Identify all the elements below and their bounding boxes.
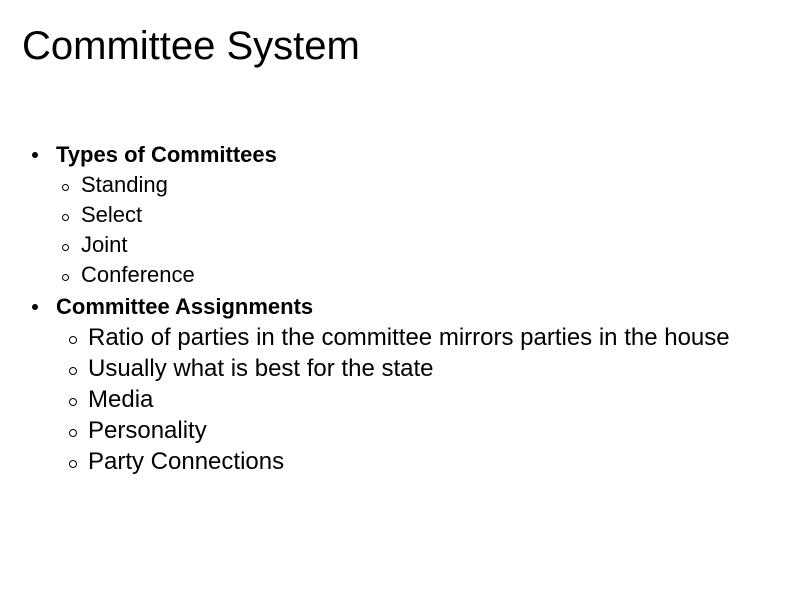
page-title: Committee System <box>22 24 360 68</box>
bullet-group-types-of-committees: Types of Committees Standing Select Join… <box>0 140 800 290</box>
list-item-label: Party Connections <box>88 448 285 475</box>
list-item-label: Ratio of parties in the committee mirror… <box>88 324 730 351</box>
list-item: Select <box>0 200 800 230</box>
circle-bullet-icon <box>69 460 77 468</box>
list-item-label: Usually what is best for the state <box>88 355 434 382</box>
circle-bullet-icon <box>69 398 77 406</box>
circle-bullet-icon <box>62 184 69 191</box>
circle-bullet-icon <box>69 367 77 375</box>
list-item: Party Connections <box>0 446 800 477</box>
list-item-label: Media <box>88 386 154 413</box>
list-item: Ratio of parties in the committee mirror… <box>0 322 800 353</box>
list-item-label: Standing <box>81 172 168 197</box>
list-item: Usually what is best for the state <box>0 353 800 384</box>
circle-bullet-icon <box>62 274 69 281</box>
list-item-label: Personality <box>88 417 207 444</box>
list-item-label: Joint <box>81 232 128 257</box>
list-item-label: Select <box>81 202 143 227</box>
bullet-heading-label: Types of Committees <box>56 142 277 167</box>
slide: Committee System Types of Committees Sta… <box>0 0 800 600</box>
slide-body: Types of Committees Standing Select Join… <box>0 140 800 477</box>
list-item: Media <box>0 384 800 415</box>
sub-bullet-list-assignments: Ratio of parties in the committee mirror… <box>0 322 800 477</box>
bullet-heading-label: Committee Assignments <box>56 294 314 319</box>
circle-bullet-icon <box>62 214 69 221</box>
bullet-heading-committee-assignments: Committee Assignments <box>0 292 800 322</box>
sub-bullet-list-types: Standing Select Joint Conference <box>0 170 800 290</box>
circle-bullet-icon <box>69 336 77 344</box>
bullet-heading-types-of-committees: Types of Committees <box>0 140 800 170</box>
list-item: Conference <box>0 260 800 290</box>
list-item-label: Conference <box>81 262 195 287</box>
list-item: Joint <box>0 230 800 260</box>
circle-bullet-icon <box>62 244 69 251</box>
bullet-group-committee-assignments: Committee Assignments Ratio of parties i… <box>0 292 800 477</box>
bullet-dot-icon <box>32 304 38 310</box>
list-item: Standing <box>0 170 800 200</box>
list-item: Personality <box>0 415 800 446</box>
bullet-dot-icon <box>32 152 38 158</box>
circle-bullet-icon <box>69 429 77 437</box>
